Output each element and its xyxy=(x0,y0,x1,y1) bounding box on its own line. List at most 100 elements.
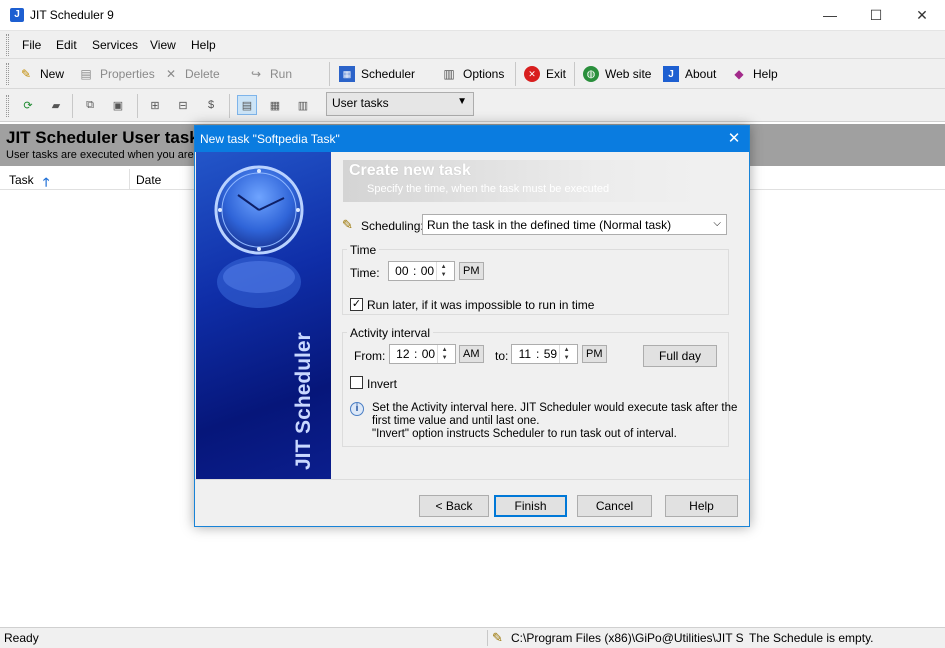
scheduling-select[interactable]: Run the task in the defined time (Normal… xyxy=(422,214,727,235)
cost-icon[interactable]: $ xyxy=(201,95,221,115)
column-task[interactable]: Task xyxy=(9,173,34,187)
status-ready: Ready xyxy=(4,631,39,645)
menu-file[interactable]: File xyxy=(22,38,41,52)
grid-view-icon[interactable]: ▦ xyxy=(265,95,285,115)
scheduling-label: Scheduling: xyxy=(361,219,424,233)
column-divider xyxy=(129,169,130,189)
invert-checkbox[interactable] xyxy=(350,376,363,389)
wizard-title: Create new task xyxy=(349,162,471,179)
wizard-subtitle: Specify the time, when the task must be … xyxy=(367,183,610,195)
new-task-icon: ✎ xyxy=(20,67,32,81)
menu-help[interactable]: Help xyxy=(191,38,216,52)
scheduling-icon: ✎ xyxy=(342,217,353,232)
run-button[interactable]: ↪ Run xyxy=(248,65,292,83)
status-divider xyxy=(487,630,488,646)
from-separator: : xyxy=(413,347,418,361)
scheduler-button[interactable]: ▦ Scheduler xyxy=(339,65,415,83)
card-view-icon[interactable]: ▥ xyxy=(293,95,313,115)
chevron-down-icon: ▼ xyxy=(457,96,467,107)
scheduler-icon: ▦ xyxy=(339,66,355,82)
title-bar: J JIT Scheduler 9 — ☐ ✕ xyxy=(0,0,945,31)
toolbar-separator xyxy=(137,94,138,118)
properties-icon: ▤ xyxy=(80,67,92,81)
invert-label: Invert xyxy=(367,377,398,391)
window-title: JIT Scheduler 9 xyxy=(30,8,114,22)
cancel-button[interactable]: Cancel xyxy=(577,495,652,517)
task-type-value: User tasks xyxy=(332,96,389,110)
back-button[interactable]: < Back xyxy=(419,495,489,517)
new-label: New xyxy=(40,67,65,81)
menu-bar: File Edit Services View Help xyxy=(0,31,945,59)
full-day-button[interactable]: Full day xyxy=(643,345,717,367)
options-button[interactable]: ▥ Options xyxy=(441,65,504,83)
finish-button[interactable]: Finish xyxy=(494,495,567,517)
exit-button[interactable]: ✕ Exit xyxy=(524,65,566,83)
time-spinner[interactable]: 00 : 00 ▲ ▼ xyxy=(388,261,455,281)
time-ampm-button[interactable]: PM xyxy=(459,262,484,280)
spin-arrows-icon[interactable]: ▲ ▼ xyxy=(559,345,573,363)
run-label: Run xyxy=(270,67,293,81)
section-title: JIT Scheduler User tasks xyxy=(6,128,209,147)
spin-arrows-icon[interactable]: ▲ ▼ xyxy=(436,262,450,280)
maximize-button[interactable]: ☐ xyxy=(853,0,899,31)
about-button[interactable]: J About xyxy=(663,65,716,83)
run-icon: ↪ xyxy=(250,67,262,81)
task-type-select[interactable]: User tasks ▼ xyxy=(326,92,474,116)
toolbar-separator xyxy=(574,62,575,86)
help-button[interactable]: ◆ Help xyxy=(731,65,778,83)
delete-label: Delete xyxy=(185,67,220,81)
time-minutes: 00 xyxy=(420,264,435,278)
dialog-close-button[interactable]: ✕ xyxy=(721,129,747,149)
dialog-help-button[interactable]: Help xyxy=(665,495,738,517)
toolbar-separator xyxy=(72,94,73,118)
menu-view[interactable]: View xyxy=(150,38,176,52)
copy-icon[interactable]: ⧉ xyxy=(80,95,100,115)
info-icon: i xyxy=(350,402,364,416)
from-spinner[interactable]: 12 : 00 ▲ ▼ xyxy=(389,344,456,364)
run-later-checkbox[interactable]: ✓ xyxy=(350,298,363,311)
chevron-down-icon: ⌵ xyxy=(713,218,721,229)
status-message: The Schedule is empty. xyxy=(749,631,874,645)
from-hours: 12 xyxy=(396,347,410,361)
delete-button[interactable]: ✕ Delete xyxy=(163,65,220,83)
minimize-button[interactable]: — xyxy=(807,0,853,31)
menu-edit[interactable]: Edit xyxy=(56,38,77,52)
menu-services[interactable]: Services xyxy=(92,38,138,52)
from-label: From: xyxy=(354,349,386,363)
new-button[interactable]: ✎ New xyxy=(18,65,64,83)
sort-up-icon: 🡑 xyxy=(43,175,50,189)
toolbar-grip xyxy=(6,63,9,85)
info-line-3: "Invert" option instructs Scheduler to r… xyxy=(372,428,677,440)
delete-icon: ✕ xyxy=(165,67,177,81)
main-toolbar: ✎ New ▤ Properties ✕ Delete ↪ Run ▦ Sche… xyxy=(0,59,945,89)
paste-icon[interactable]: ▣ xyxy=(108,95,128,115)
help-label: Help xyxy=(753,67,778,81)
toolbar-separator xyxy=(229,94,230,118)
globe-icon: ◍ xyxy=(583,66,599,82)
dialog-content: Create new task Specify the time, when t… xyxy=(331,152,749,479)
collapse-icon[interactable]: ⊟ xyxy=(173,95,193,115)
scheduling-value: Run the task in the defined time (Normal… xyxy=(427,218,672,232)
from-minutes: 00 xyxy=(421,347,436,361)
status-path: C:\Program Files (x86)\GiPo@Utilities\JI… xyxy=(511,631,744,645)
edit-icon[interactable]: ▰ xyxy=(46,95,66,115)
info-line-1: Set the Activity interval here. JIT Sche… xyxy=(372,402,738,414)
to-label: to: xyxy=(495,349,509,363)
column-date[interactable]: Date xyxy=(136,173,161,187)
toolbar-grip xyxy=(6,95,9,117)
to-spinner[interactable]: 11 : 59 ▲ ▼ xyxy=(511,344,578,364)
about-label: About xyxy=(685,67,717,81)
to-ampm-button[interactable]: PM xyxy=(582,345,607,363)
website-button[interactable]: ◍ Web site xyxy=(583,65,651,83)
close-button[interactable]: ✕ xyxy=(899,0,945,31)
detail-view-icon[interactable]: ▤ xyxy=(237,95,257,115)
exit-label: Exit xyxy=(546,67,567,81)
from-ampm-button[interactable]: AM xyxy=(459,345,484,363)
properties-button[interactable]: ▤ Properties xyxy=(78,65,154,83)
time-group-label: Time xyxy=(347,243,380,257)
spin-arrows-icon[interactable]: ▲ ▼ xyxy=(437,345,451,363)
exit-icon: ✕ xyxy=(524,66,540,82)
expand-icon[interactable]: ⊞ xyxy=(145,95,165,115)
time-separator: : xyxy=(412,264,417,278)
refresh-icon[interactable]: ⟳ xyxy=(18,95,38,115)
